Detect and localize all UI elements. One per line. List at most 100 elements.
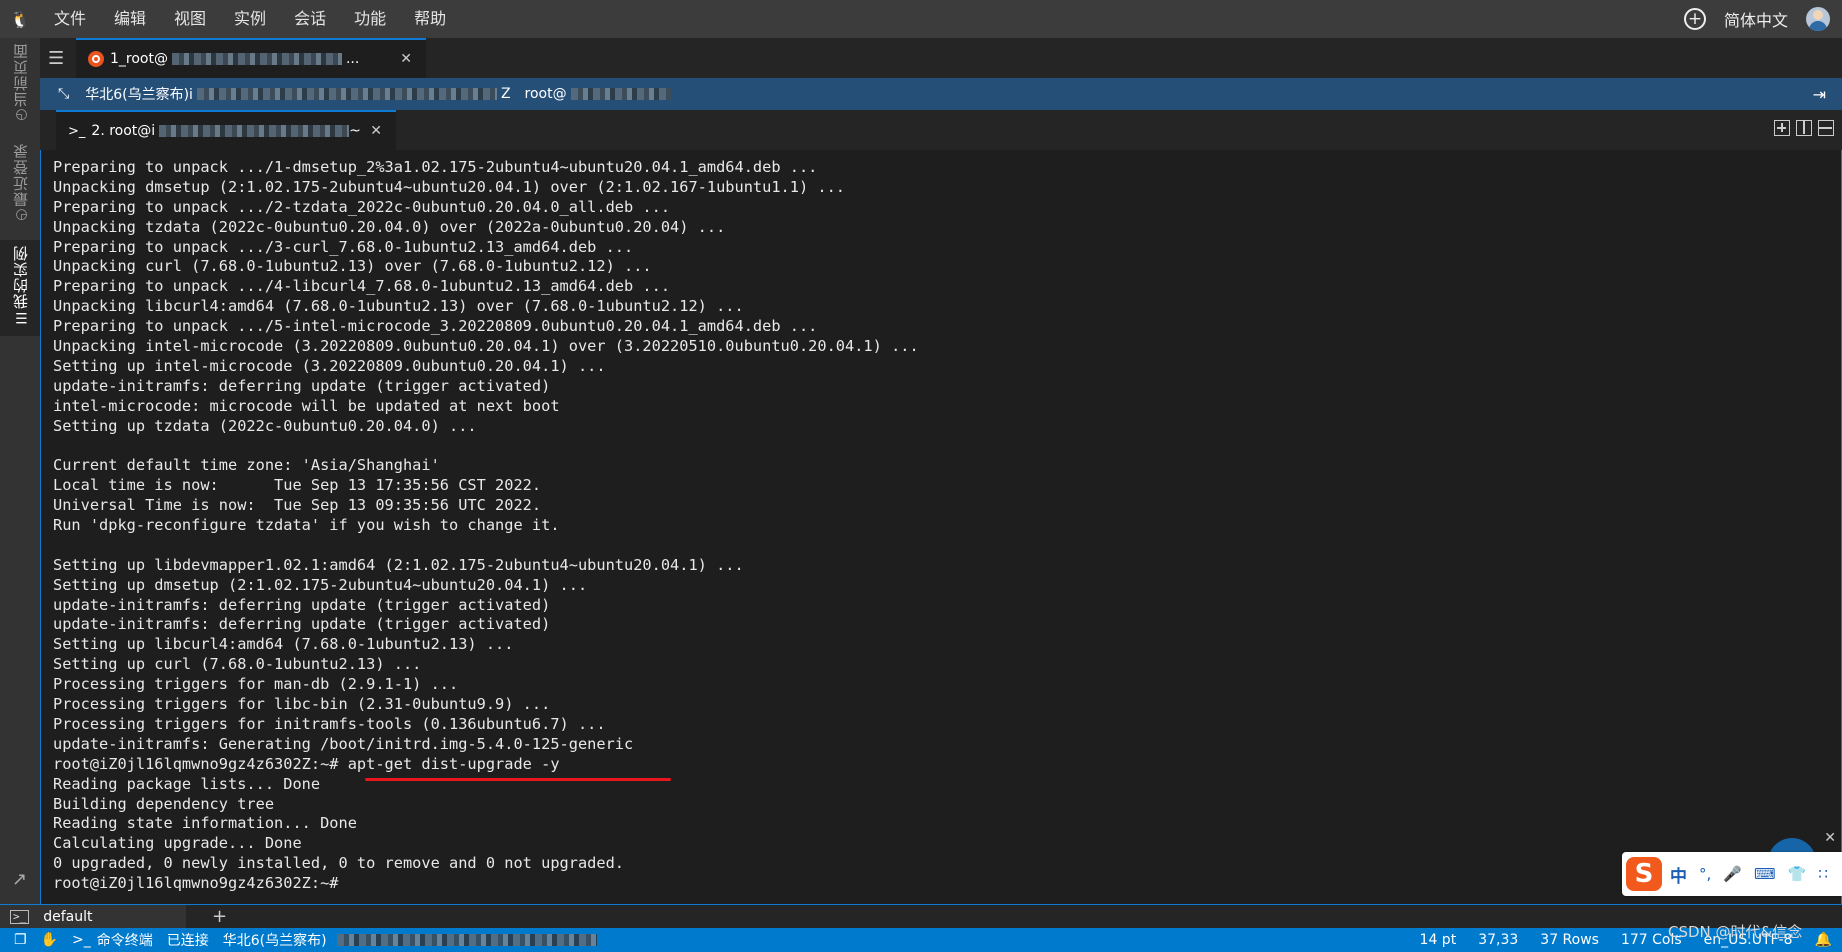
terminal-line: Reading state information... Done	[53, 814, 357, 833]
red-underline-annotation	[365, 778, 671, 781]
panel-tab-default[interactable]: >_ default	[0, 905, 186, 929]
terminal-line: update-initramfs: deferring update (trig…	[53, 376, 551, 395]
terminal-line: Unpacking libcurl4:amd64 (7.68.0-1ubuntu…	[53, 297, 744, 316]
clock-icon: ◷	[13, 107, 28, 123]
vtab-recent-login-label: 最近登录	[11, 143, 30, 207]
hand-icon[interactable]: ✋	[41, 932, 58, 948]
terminal-line: Setting up libdevmapper1.02.1:amd64 (2:1…	[53, 555, 744, 574]
menu-features[interactable]: 功能	[340, 0, 400, 38]
vtab-my-instances[interactable]: ☰我的实例	[0, 240, 40, 336]
sogou-logo-icon: S	[1626, 857, 1662, 891]
watermark: CSDN @时代&信念	[1668, 923, 1803, 941]
redacted-status-host	[336, 934, 597, 946]
ime-mode[interactable]: 中	[1670, 862, 1687, 887]
terminal-line: update-initramfs: deferring update (trig…	[53, 615, 551, 634]
ime-toolbar: ✕ S 中 °, 🎤 ⌨ 👕 ∷	[1622, 830, 1842, 896]
ubuntu-icon	[88, 51, 104, 67]
terminal-tab-suffix: ~	[349, 123, 361, 139]
vtab-current-page[interactable]: ◷当前页面	[0, 38, 40, 134]
terminal-line: intel-microcode: microcode will be updat…	[53, 396, 560, 415]
history-icon: ◴	[13, 207, 28, 223]
terminal-line: Processing triggers for libc-bin (2.31-0…	[53, 695, 551, 714]
linux-tux-icon: 🐧	[10, 9, 30, 29]
vtab-my-instances-label: 我的实例	[11, 245, 30, 309]
connection-bar: ⤡ 华北6(乌兰察布)i Z root@ ⇥	[40, 78, 1842, 110]
keyboard-icon[interactable]: ⌨	[1754, 865, 1776, 883]
bell-icon[interactable]: 🔔	[1815, 932, 1832, 948]
ime-punctuation[interactable]: °,	[1699, 865, 1711, 883]
terminal-line: Calculating upgrade... Done	[53, 834, 302, 853]
menu-session[interactable]: 会话	[280, 0, 340, 38]
redacted-instance	[196, 88, 497, 100]
terminal-output[interactable]: Preparing to unpack .../1-dmsetup_2%3a1.…	[40, 150, 1842, 904]
redacted-ip	[570, 88, 671, 100]
add-circle-icon[interactable]: +	[1683, 8, 1706, 30]
terminal-line: Unpacking curl (7.68.0-1ubuntu2.13) over…	[53, 257, 652, 276]
collapse-icon[interactable]: ⤡	[58, 86, 69, 102]
menu-file[interactable]: 文件	[40, 0, 100, 38]
terminal-line: Preparing to unpack .../1-dmsetup_2%3a1.…	[53, 158, 818, 176]
copy-icon[interactable]: ❐	[14, 932, 27, 948]
terminal-line: Preparing to unpack .../2-tzdata_2022c-0…	[53, 197, 671, 216]
terminal-line: Unpacking tzdata (2022c-0ubuntu0.20.04.0…	[53, 217, 726, 236]
menu-view[interactable]: 视图	[160, 0, 220, 38]
connection-suffix: Z	[500, 86, 511, 102]
session-tab-suffix: ...	[345, 51, 360, 67]
add-panel-button[interactable]: +	[212, 905, 227, 929]
status-rows: 37 Rows	[1540, 932, 1599, 948]
terminal-line: Unpacking intel-microcode (3.20220809.0u…	[53, 337, 919, 356]
session-tab-title: 1_root@	[110, 51, 168, 67]
terminal-prompt-icon: >_	[68, 123, 86, 139]
terminal-line: Preparing to unpack .../5-intel-microcod…	[53, 317, 818, 336]
terminal-line: Setting up dmsetup (2:1.02.175-2ubuntu4~…	[53, 575, 588, 594]
status-font-size[interactable]: 14 pt	[1420, 932, 1457, 948]
terminal-icon: >_	[10, 910, 30, 924]
menu-instance[interactable]: 实例	[220, 0, 280, 38]
language-selector[interactable]: 简体中文	[1724, 7, 1788, 31]
command-terminal-label: 命令终端	[96, 933, 153, 949]
terminal-line: 0 upgraded, 0 newly installed, 0 to remo…	[53, 854, 624, 873]
split-horizontal-icon[interactable]	[1818, 120, 1834, 136]
skin-icon[interactable]: 👕	[1788, 865, 1807, 883]
close-icon[interactable]: ✕	[370, 123, 382, 139]
split-vertical-icon[interactable]	[1796, 120, 1812, 136]
sidebar-toggle-icon[interactable]: ☰	[48, 48, 64, 69]
terminal-line: Preparing to unpack .../4-libcurl4_7.68.…	[53, 277, 671, 296]
pin-icon[interactable]: ↗	[12, 869, 27, 890]
terminal-line: Unpacking dmsetup (2:1.02.175-2ubuntu4~u…	[53, 177, 846, 196]
menubar: 🐧 文件 编辑 视图 实例 会话 功能 帮助 + 简体中文	[0, 0, 1842, 38]
logout-icon[interactable]: ⇥	[1813, 85, 1826, 104]
terminal-line: Current default time zone: 'Asia/Shangha…	[53, 456, 440, 475]
list-icon: ☰	[13, 309, 28, 325]
session-tab[interactable]: 1_root@ ... ✕	[76, 38, 426, 78]
terminal-line: Building dependency tree	[53, 794, 275, 813]
panel-tab-label: default	[43, 909, 93, 925]
session-tab-bar: ☰ 1_root@ ... ✕	[40, 38, 1842, 78]
terminal-line: Setting up libcurl4:amd64 (7.68.0-1ubunt…	[53, 635, 514, 654]
command-terminal[interactable]: >_ 命令终端	[72, 930, 153, 950]
terminal-line: Setting up curl (7.68.0-1ubuntu2.13) ...	[53, 655, 422, 674]
connection-status: 已连接	[166, 933, 209, 949]
new-pane-icon[interactable]	[1774, 120, 1790, 136]
close-icon[interactable]: ✕	[400, 51, 412, 67]
status-region: 华北6(乌兰察布)	[222, 933, 327, 949]
status-bar: ❐ ✋ >_ 命令终端 已连接 华北6(乌兰察布) 14 pt 37,33 37 …	[0, 928, 1842, 952]
terminal-line: Processing triggers for man-db (2.9.1-1)…	[53, 675, 459, 694]
grid-icon[interactable]: ∷	[1818, 865, 1828, 883]
microphone-icon[interactable]: 🎤	[1723, 865, 1742, 883]
terminal-icon: >_	[72, 932, 91, 948]
menu-help[interactable]: 帮助	[400, 0, 460, 38]
terminal-tab-title: 2. root@i	[91, 123, 156, 139]
vtab-recent-login[interactable]: ◴最近登录	[0, 138, 40, 234]
terminal-line: Setting up tzdata (2022c-0ubuntu0.20.04.…	[53, 416, 477, 435]
terminal-line: Preparing to unpack .../3-curl_7.68.0-1u…	[53, 237, 634, 256]
close-icon[interactable]: ✕	[1824, 830, 1836, 846]
terminal-line: root@iZ0jl16lqmwno9gz4z6302Z:~# apt-get …	[53, 754, 560, 773]
terminal-line: Local time is now: Tue Sep 13 17:35:56 C…	[53, 476, 542, 495]
avatar[interactable]	[1806, 7, 1830, 31]
vtab-current-page-label: 当前页面	[11, 43, 30, 107]
menu-edit[interactable]: 编辑	[100, 0, 160, 38]
terminal-tab[interactable]: >_ 2. root@i ~ ✕	[56, 110, 396, 150]
